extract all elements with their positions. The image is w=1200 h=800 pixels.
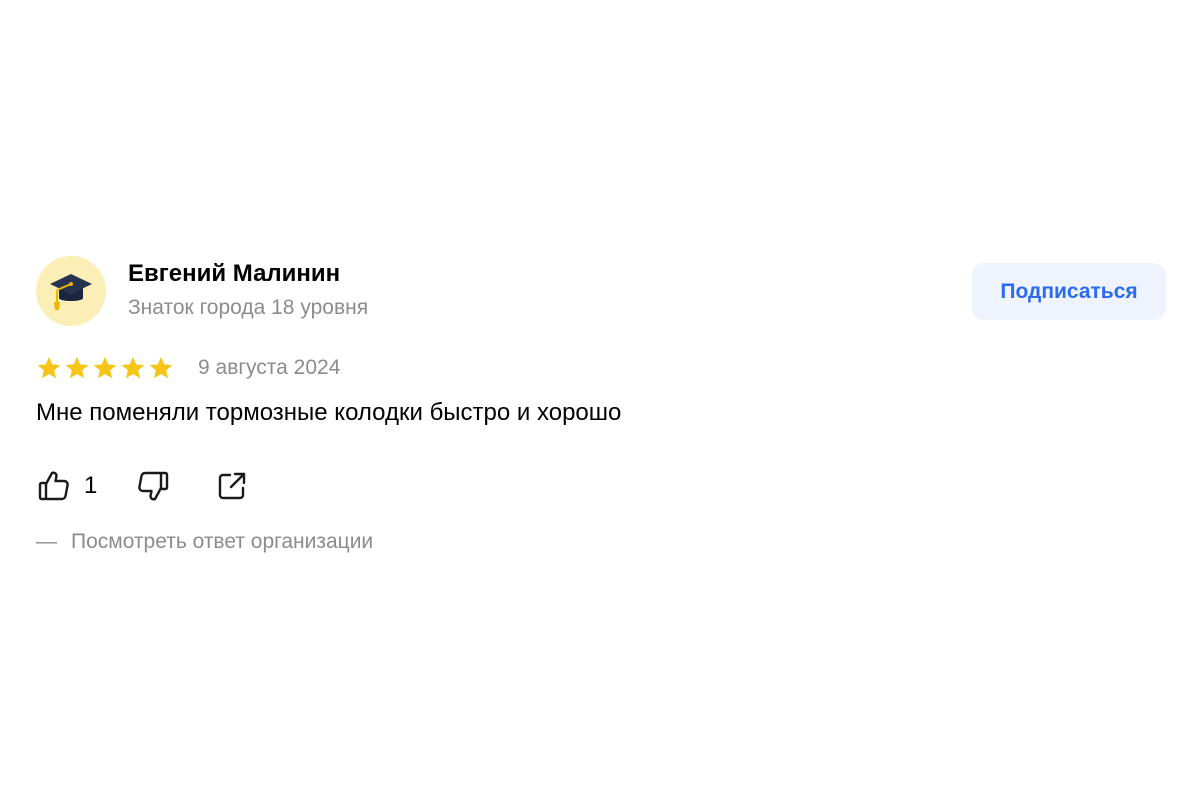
star-icon (149, 356, 173, 379)
review-header: Евгений Малинин Знаток города 18 уровня … (36, 256, 1166, 328)
share-button[interactable] (215, 469, 249, 503)
author-info: Евгений Малинин Знаток города 18 уровня (128, 258, 368, 322)
org-reply-link[interactable]: — Посмотреть ответ организации (36, 530, 1166, 554)
review-actions: 1 (36, 466, 1166, 506)
like-count: 1 (84, 472, 98, 499)
subscribe-button[interactable]: Подписаться (972, 263, 1166, 320)
review-date: 9 августа 2024 (198, 356, 341, 379)
author-level: Знаток города 18 уровня (128, 296, 369, 319)
star-icon (121, 356, 145, 379)
org-reply-dash: — (36, 530, 57, 553)
share-icon (219, 472, 246, 500)
thumbs-down-icon (138, 471, 169, 501)
avatar[interactable] (36, 256, 106, 326)
org-reply-label: Посмотреть ответ организации (71, 530, 374, 553)
like-button[interactable]: 1 (36, 468, 97, 504)
graduation-cap-icon (50, 274, 92, 310)
review-text: Мне поменяли тормозные колодки быстро и … (36, 399, 622, 426)
star-icon (65, 356, 89, 379)
star-icon (37, 356, 61, 379)
star-icon (93, 356, 117, 379)
dislike-button[interactable] (135, 468, 171, 504)
author-name[interactable]: Евгений Малинин (128, 258, 368, 290)
review-card: Евгений Малинин Знаток города 18 уровня … (36, 256, 1166, 554)
review-meta: 9 августа 2024 (36, 352, 1166, 384)
rating-stars (36, 355, 174, 381)
thumbs-up-icon (38, 471, 69, 501)
